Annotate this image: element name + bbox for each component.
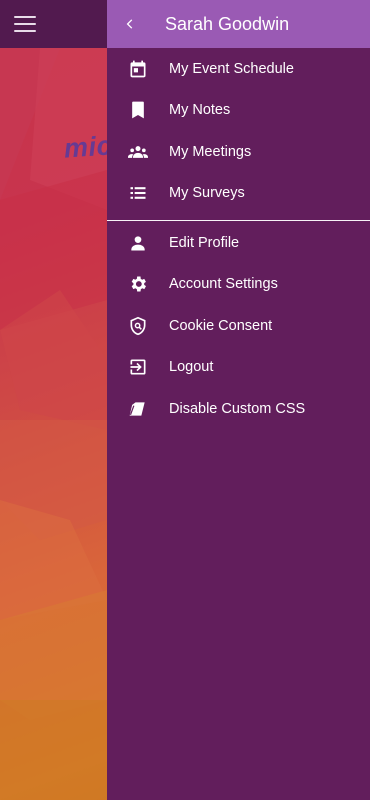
menu-item-label: My Meetings [169,143,252,160]
primary-menu: My Event Schedule My Notes My Meetings M… [107,48,370,214]
hamburger-menu-icon[interactable] [14,14,36,34]
bookmark-icon [107,98,169,122]
list-icon [107,181,169,205]
menu-item-account-settings[interactable]: Account Settings [107,264,370,306]
menu-item-label: My Event Schedule [169,60,294,77]
chevron-left-icon [126,19,133,29]
menu-item-label: Disable Custom CSS [169,400,306,417]
menu-item-meetings[interactable]: My Meetings [107,131,370,173]
menu-item-label: Account Settings [169,276,278,293]
menu-item-label: My Notes [169,102,231,119]
drawer-header: Sarah Goodwin [107,0,370,48]
menu-item-edit-profile[interactable]: Edit Profile [107,222,370,264]
gear-icon [107,272,169,296]
paint-eraser-icon [107,397,169,421]
user-name-title: Sarah Goodwin [165,13,290,34]
person-icon [107,231,169,255]
menu-item-logout[interactable]: Logout [107,347,370,389]
menu-item-label: Edit Profile [169,234,240,251]
logout-icon [107,355,169,379]
menu-item-label: Cookie Consent [169,317,273,334]
menu-item-event-schedule[interactable]: My Event Schedule [107,48,370,90]
menu-item-disable-custom-css[interactable]: Disable Custom CSS [107,388,370,430]
secondary-menu: Edit Profile Account Settings Cookie Con… [107,221,370,430]
background-logo-text: mic [62,130,113,164]
shield-search-icon [107,314,169,338]
calendar-icon [107,57,169,81]
menu-item-notes[interactable]: My Notes [107,90,370,132]
back-button[interactable] [107,0,153,48]
people-icon [107,140,169,164]
menu-item-surveys[interactable]: My Surveys [107,173,370,215]
menu-item-cookie-consent[interactable]: Cookie Consent [107,305,370,347]
navigation-drawer: Sarah Goodwin My Event Schedule My Notes… [107,0,370,800]
menu-item-label: Logout [169,359,214,376]
menu-item-label: My Surveys [169,185,245,202]
menu-divider [107,220,370,221]
